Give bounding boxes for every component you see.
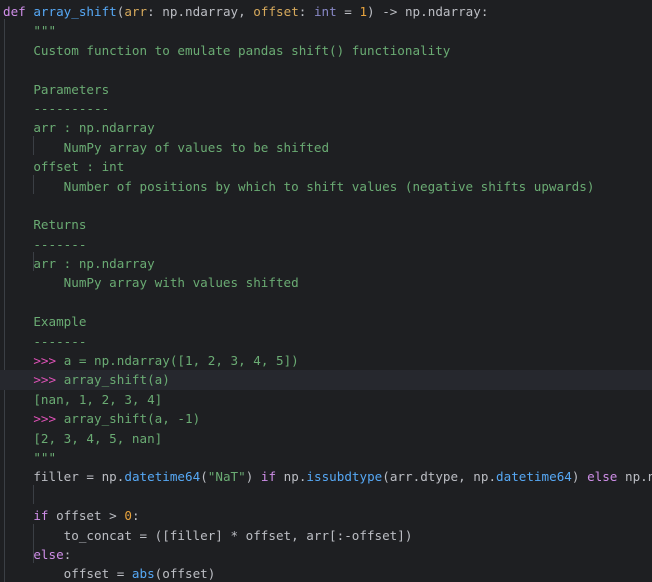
param-offset: offset <box>253 4 299 19</box>
docstring-summary: Custom function to emulate pandas shift(… <box>33 42 451 58</box>
code-lines[interactable]: def array_shift(arr: np.ndarray, offset:… <box>0 0 652 582</box>
param-arr: arr <box>124 4 148 19</box>
attr-datetime64: datetime64 <box>496 469 572 485</box>
code-line-8[interactable]: NumPy array of values to be shifted <box>0 138 652 157</box>
doctest-output: [nan, 1, 2, 3, 4] <box>33 391 163 407</box>
keyword-def: def <box>3 4 26 19</box>
code-line-21[interactable]: [nan, 1, 2, 3, 4] <box>0 390 652 409</box>
code-line-15[interactable]: NumPy array with values shifted <box>0 273 652 292</box>
code-line-26[interactable] <box>0 487 652 506</box>
code-line-17[interactable]: Example <box>0 312 652 331</box>
code-line-19[interactable]: >>> a = np.ndarray([1, 2, 3, 4, 5]) <box>0 351 652 370</box>
attr-datetime64: datetime64 <box>124 469 201 485</box>
code-line-3[interactable]: Custom function to emulate pandas shift(… <box>0 41 652 60</box>
keyword-if: if <box>260 469 277 485</box>
code-line-27[interactable]: if offset > 0: <box>0 506 652 525</box>
docstring-param-arr: arr : np.ndarray <box>33 120 155 136</box>
keyword-else: else <box>33 546 64 562</box>
code-editor[interactable]: def array_shift(arr: np.ndarray, offset:… <box>0 0 652 582</box>
doctest-prompt: >>> <box>33 411 64 427</box>
keyword-else: else <box>587 469 618 485</box>
code-line-10[interactable]: Number of positions by which to shift va… <box>0 177 652 196</box>
string-nat: "NaT" <box>207 469 246 485</box>
docstring-param-offset: offset : int <box>33 159 125 175</box>
docstring-close: """ <box>33 449 57 465</box>
code-line-13[interactable]: ------- <box>0 235 652 254</box>
docstring-returns-underline: ------- <box>33 236 87 252</box>
builtin-abs: abs <box>131 566 155 582</box>
doctest-prompt: >>> <box>33 353 64 369</box>
code-line-7[interactable]: arr : np.ndarray <box>0 118 652 137</box>
docstring-parameters-heading: Parameters <box>33 81 110 97</box>
code-line-30[interactable]: offset = abs(offset) <box>0 564 652 582</box>
code-line-24[interactable]: """ <box>0 448 652 467</box>
variable-filler: filler <box>33 469 79 485</box>
keyword-if: if <box>33 508 49 524</box>
number-literal: 1 <box>359 4 368 19</box>
doctest-statement: array_shift(a) <box>63 372 170 388</box>
code-line-5[interactable]: Parameters <box>0 80 652 99</box>
code-line-25[interactable]: filler = np.datetime64("NaT") if np.issu… <box>0 467 652 486</box>
code-line-6[interactable]: ---------- <box>0 99 652 118</box>
code-line-4[interactable] <box>0 60 652 79</box>
number-literal: 0 <box>124 508 132 524</box>
code-line-1[interactable]: def array_shift(arr: np.ndarray, offset:… <box>0 2 652 21</box>
statement-to-concat-positive: to_concat = ([filler] * offset, arr[:-of… <box>3 527 413 543</box>
code-line-14[interactable]: arr : np.ndarray <box>0 254 652 273</box>
doctest-prompt: >>> <box>33 372 64 388</box>
doctest-statement: array_shift(a, -1) <box>63 411 201 427</box>
docstring-return-arr-desc: NumPy array with values shifted <box>63 275 299 291</box>
code-line-16[interactable] <box>0 293 652 312</box>
docstring-open: """ <box>33 23 57 39</box>
doctest-output: [2, 3, 4, 5, nan] <box>33 430 163 446</box>
code-line-18[interactable]: ------- <box>0 332 652 351</box>
code-line-28[interactable]: to_concat = ([filler] * offset, arr[:-of… <box>0 526 652 545</box>
code-line-20-current[interactable]: >>> array_shift(a) <box>0 370 652 390</box>
docstring-param-arr-desc: NumPy array of values to be shifted <box>63 139 330 155</box>
code-line-2[interactable]: """ <box>0 21 652 40</box>
code-line-11[interactable] <box>0 196 652 215</box>
code-line-12[interactable]: Returns <box>0 215 652 234</box>
docstring-param-offset-desc: Number of positions by which to shift va… <box>63 178 595 194</box>
docstring-example-heading: Example <box>33 314 87 330</box>
docstring-returns-heading: Returns <box>33 217 87 233</box>
docstring-parameters-underline: ---------- <box>33 100 110 116</box>
code-line-23[interactable]: [2, 3, 4, 5, nan] <box>0 429 652 448</box>
code-line-22[interactable]: >>> array_shift(a, -1) <box>0 409 652 428</box>
type-int: int <box>313 4 337 19</box>
code-line-9[interactable]: offset : int <box>0 157 652 176</box>
docstring-return-arr: arr : np.ndarray <box>33 256 155 272</box>
function-name: array_shift <box>33 4 117 19</box>
doctest-statement: a = np.ndarray([1, 2, 3, 4, 5]) <box>63 353 299 369</box>
attr-issubdtype: issubdtype <box>306 469 383 485</box>
code-line-29[interactable]: else: <box>0 545 652 564</box>
docstring-example-underline: ------- <box>33 333 87 349</box>
